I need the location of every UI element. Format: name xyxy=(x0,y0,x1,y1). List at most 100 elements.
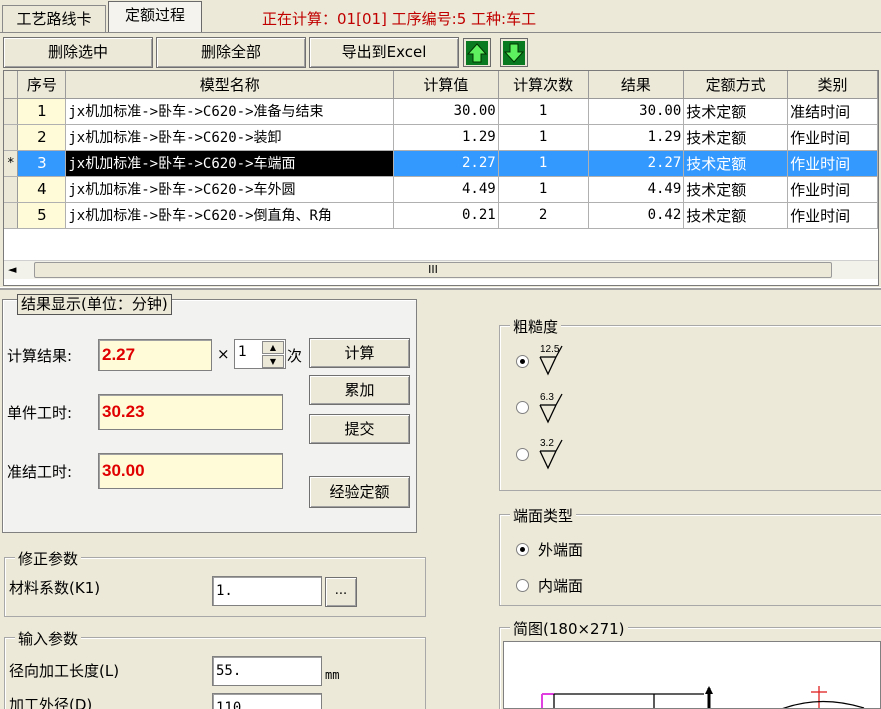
calc-result-label: 计算结果: xyxy=(7,347,73,365)
row-model-name: jx机加标准->卧车->C620->车外圆 xyxy=(65,176,395,203)
row-indicator: * xyxy=(4,150,19,177)
times-suffix: 次 xyxy=(287,347,303,365)
accumulate-button[interactable]: 累加 xyxy=(309,375,410,405)
tab-process-route-card[interactable]: 工艺路线卡 xyxy=(2,5,106,32)
header-no[interactable]: 序号 xyxy=(17,71,67,99)
inner-face-label[interactable]: 内端面 xyxy=(538,575,583,596)
row-indicator xyxy=(4,202,19,229)
correction-params-title: 修正参数 xyxy=(15,548,82,569)
row-no: 3 xyxy=(17,150,67,177)
row-category: 作业时间 xyxy=(787,150,878,177)
header-result[interactable]: 结果 xyxy=(588,71,685,99)
input-params-group: 输入参数 径向加工长度(L) 55. mm 加工外径(D) 110 xyxy=(4,628,426,709)
export-excel-button[interactable]: 导出到Excel xyxy=(309,37,459,68)
row-calc-value: 0.21 xyxy=(393,202,499,229)
scroll-left-icon[interactable]: ◄ xyxy=(8,263,16,276)
unit-time-label: 单件工时: xyxy=(7,404,73,422)
part-drawing-icon xyxy=(541,686,865,708)
prep-time-value: 30.00 xyxy=(98,453,283,489)
roughness-radio-12-5[interactable] xyxy=(516,355,529,368)
table-row-selected[interactable]: * 3 jx机加标准->卧车->C620->车端面 2.27 1 2.27 技术… xyxy=(4,150,878,177)
roughness-radio-3-2[interactable] xyxy=(516,448,529,461)
times-spinner[interactable]: 1 ▲ ▼ xyxy=(234,339,286,369)
row-indicator xyxy=(4,98,19,125)
row-no: 2 xyxy=(17,124,67,151)
material-coefficient-input[interactable]: 1. xyxy=(212,576,322,606)
move-up-button[interactable] xyxy=(463,38,491,67)
face-type-title: 端面类型 xyxy=(510,505,577,526)
unit-time-value: 30.23 xyxy=(98,394,283,430)
scroll-thumb[interactable]: III xyxy=(34,262,832,278)
spin-down-icon[interactable]: ▼ xyxy=(262,355,284,368)
row-quota-method: 技术定额 xyxy=(683,176,789,203)
material-coefficient-label: 材料系数(K1) xyxy=(9,579,101,597)
green-down-arrow-icon xyxy=(503,41,525,65)
row-category: 作业时间 xyxy=(787,202,878,229)
move-down-button[interactable] xyxy=(500,38,528,67)
header-calc-value[interactable]: 计算值 xyxy=(393,71,499,99)
row-calc-count: 1 xyxy=(498,98,589,125)
row-result: 0.42 xyxy=(588,202,685,229)
roughness-symbol-12-5-icon: 12.5 xyxy=(538,344,574,380)
results-title: 结果显示(单位：分钟) xyxy=(17,294,172,315)
inner-face-radio[interactable] xyxy=(516,579,529,592)
row-calc-count: 2 xyxy=(498,202,589,229)
submit-button[interactable]: 提交 xyxy=(309,414,410,444)
row-category: 作业时间 xyxy=(787,176,878,203)
row-category: 准结时间 xyxy=(787,98,878,125)
times-prefix: × xyxy=(217,345,230,363)
roughness-value: 3.2 xyxy=(540,438,554,449)
row-quota-method: 技术定额 xyxy=(683,98,789,125)
header-model-name[interactable]: 模型名称 xyxy=(65,71,395,99)
tab-bar: 工艺路线卡 定额过程 正在计算：01[01] 工序编号:5 工种:车工 xyxy=(0,0,881,34)
row-quota-method: 技术定额 xyxy=(683,124,789,151)
row-result: 4.49 xyxy=(588,176,685,203)
row-calc-count: 1 xyxy=(498,124,589,151)
splitter[interactable] xyxy=(0,287,881,290)
outer-diameter-input[interactable]: 110 xyxy=(212,693,322,709)
table-row[interactable]: 4 jx机加标准->卧车->C620->车外圆 4.49 1 4.49 技术定额… xyxy=(4,176,878,203)
row-calc-count: 1 xyxy=(498,176,589,203)
empirical-quota-button[interactable]: 经验定额 xyxy=(309,476,410,508)
row-indicator xyxy=(4,176,19,203)
row-result: 1.29 xyxy=(588,124,685,151)
header-calc-count[interactable]: 计算次数 xyxy=(498,71,589,99)
calculate-button[interactable]: 计算 xyxy=(309,338,410,368)
row-calc-value: 2.27 xyxy=(393,150,499,177)
table-row[interactable]: 5 jx机加标准->卧车->C620->倒直角、R角 0.21 2 0.42 技… xyxy=(4,202,878,229)
radial-length-input[interactable]: 55. xyxy=(212,656,322,686)
delete-selected-button[interactable]: 删除选中 xyxy=(3,37,153,68)
roughness-radio-6-3[interactable] xyxy=(516,401,529,414)
radial-length-unit: mm xyxy=(325,668,340,682)
radial-length-label: 径向加工长度(L) xyxy=(9,662,120,680)
quota-table: 序号 模型名称 计算值 计算次数 结果 定额方式 类别 1 jx机加标准->卧车… xyxy=(4,71,878,229)
material-browse-button[interactable]: ... xyxy=(325,577,357,607)
header-category[interactable]: 类别 xyxy=(787,71,878,99)
table-row[interactable]: 2 jx机加标准->卧车->C620->装卸 1.29 1 1.29 技术定额 … xyxy=(4,124,878,151)
row-calc-count: 1 xyxy=(498,150,589,177)
horizontal-scrollbar[interactable]: ◄ III xyxy=(4,260,878,279)
outer-face-label[interactable]: 外端面 xyxy=(538,539,583,560)
roughness-group: 粗糙度 12.5 6.3 3.2 xyxy=(499,316,881,491)
roughness-symbol-6-3-icon: 6.3 xyxy=(538,392,574,428)
roughness-value: 12.5 xyxy=(540,344,560,355)
row-result: 30.00 xyxy=(588,98,685,125)
row-calc-value: 30.00 xyxy=(393,98,499,125)
calculation-status: 正在计算：01[01] 工序编号:5 工种:车工 xyxy=(262,10,537,28)
sketch-canvas xyxy=(503,641,881,709)
header-indicator xyxy=(4,71,19,99)
quota-grid: 序号 模型名称 计算值 计算次数 结果 定额方式 类别 1 jx机加标准->卧车… xyxy=(3,70,879,286)
face-type-group: 端面类型 外端面 内端面 xyxy=(499,505,881,606)
times-value: 1 xyxy=(238,344,247,360)
row-no: 5 xyxy=(17,202,67,229)
outer-face-radio[interactable] xyxy=(516,543,529,556)
outer-diameter-label: 加工外径(D) xyxy=(9,696,93,709)
header-quota-method[interactable]: 定额方式 xyxy=(683,71,789,99)
row-model-name: jx机加标准->卧车->C620->车端面 xyxy=(65,150,395,177)
delete-all-button[interactable]: 删除全部 xyxy=(156,37,306,68)
spin-up-icon[interactable]: ▲ xyxy=(262,341,284,354)
row-quota-method: 技术定额 xyxy=(683,202,789,229)
tab-quota-process[interactable]: 定额过程 xyxy=(108,1,202,32)
green-up-arrow-icon xyxy=(466,41,488,65)
table-row[interactable]: 1 jx机加标准->卧车->C620->准备与结束 30.00 1 30.00 … xyxy=(4,98,878,125)
